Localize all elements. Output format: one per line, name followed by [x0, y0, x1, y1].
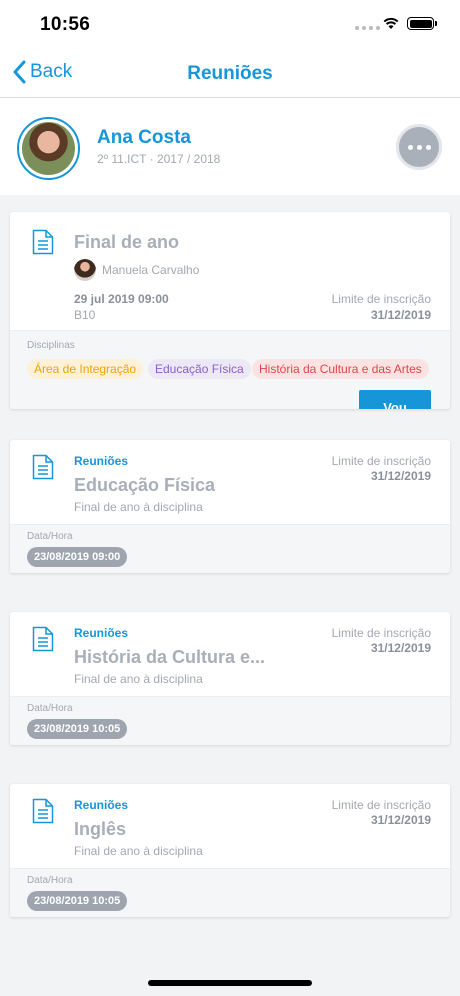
limit-label: Limite de inscrição — [331, 626, 431, 640]
meeting-subtitle: Final de ano à disciplina — [74, 500, 203, 514]
wifi-icon — [383, 17, 399, 29]
datetime-badge: 23/08/2019 10:05 — [27, 891, 128, 911]
organizer-avatar — [74, 259, 96, 281]
subject-tag: Educação Física — [148, 359, 251, 379]
organizer-name: Manuela Carvalho — [102, 263, 200, 277]
attend-button[interactable]: Vou — [359, 390, 431, 409]
status-time: 10:56 — [40, 14, 91, 35]
meeting-room: B10 — [74, 308, 96, 322]
limit-date: 31/12/2019 — [370, 813, 431, 827]
limit-label: Limite de inscrição — [331, 798, 431, 812]
limit-date: 31/12/2019 — [370, 469, 431, 483]
datetime-label: Data/Hora — [27, 875, 73, 886]
avatar[interactable] — [17, 117, 80, 180]
more-options-button[interactable] — [396, 124, 442, 170]
meeting-title: Final de ano — [74, 232, 180, 252]
limit-date: 31/12/2019 — [370, 641, 431, 655]
meeting-category: Reuniões — [74, 798, 129, 812]
meetings-list: Final de ano Manuela Carvalho 29 jul 201… — [0, 195, 460, 996]
featured-meeting-card[interactable]: Final de ano Manuela Carvalho 29 jul 201… — [10, 212, 450, 409]
document-icon — [32, 798, 54, 824]
document-icon — [32, 626, 54, 652]
limit-date: 31/12/2019 — [370, 308, 431, 322]
battery-icon — [407, 17, 437, 30]
datetime-section: Data/Hora 23/08/2019 10:05 — [10, 696, 450, 745]
meeting-card[interactable]: Reuniões História da Cultura e... Final … — [10, 612, 450, 745]
subjects-label: Disciplinas — [27, 340, 75, 351]
meeting-title: História da Cultura e... — [74, 647, 266, 667]
status-bar: 10:56 — [0, 0, 460, 50]
subject-tag: História da Cultura e das Artes — [252, 359, 429, 379]
datetime-section: Data/Hora 23/08/2019 09:00 — [10, 524, 450, 573]
navigation-bar: Back Reuniões — [0, 50, 460, 98]
datetime-section: Data/Hora 23/08/2019 10:05 — [10, 868, 450, 917]
limit-label: Limite de inscrição — [331, 292, 431, 306]
document-icon — [32, 229, 54, 255]
meeting-category: Reuniões — [74, 454, 129, 468]
datetime-label: Data/Hora — [27, 703, 73, 714]
meeting-title: Inglês — [74, 819, 127, 839]
meeting-subtitle: Final de ano à disciplina — [74, 844, 203, 858]
subject-tags: Área de Integração Educação Física Histó… — [27, 359, 447, 381]
datetime-badge: 23/08/2019 10:05 — [27, 719, 128, 739]
meeting-card[interactable]: Reuniões Inglês Final de ano à disciplin… — [10, 784, 450, 917]
student-class: 2º 11.ICT · 2017 / 2018 — [97, 152, 221, 166]
meeting-card[interactable]: Reuniões Educação Física Final de ano à … — [10, 440, 450, 573]
meeting-title: Educação Física — [74, 475, 216, 495]
signal-icon — [355, 26, 380, 30]
document-icon — [32, 454, 54, 480]
meeting-subtitle: Final de ano à disciplina — [74, 672, 203, 686]
limit-label: Limite de inscrição — [331, 454, 431, 468]
subject-tag: Área de Integração — [27, 359, 144, 379]
profile-header: Ana Costa 2º 11.ICT · 2017 / 2018 — [0, 99, 460, 195]
datetime-label: Data/Hora — [27, 531, 73, 542]
meeting-category: Reuniões — [74, 626, 129, 640]
page-title: Reuniões — [187, 63, 273, 84]
home-indicator — [148, 980, 312, 986]
student-name: Ana Costa — [97, 127, 191, 148]
ellipsis-icon — [407, 144, 413, 150]
datetime-badge: 23/08/2019 09:00 — [27, 547, 128, 567]
meeting-datetime: 29 jul 2019 09:00 — [74, 292, 169, 306]
